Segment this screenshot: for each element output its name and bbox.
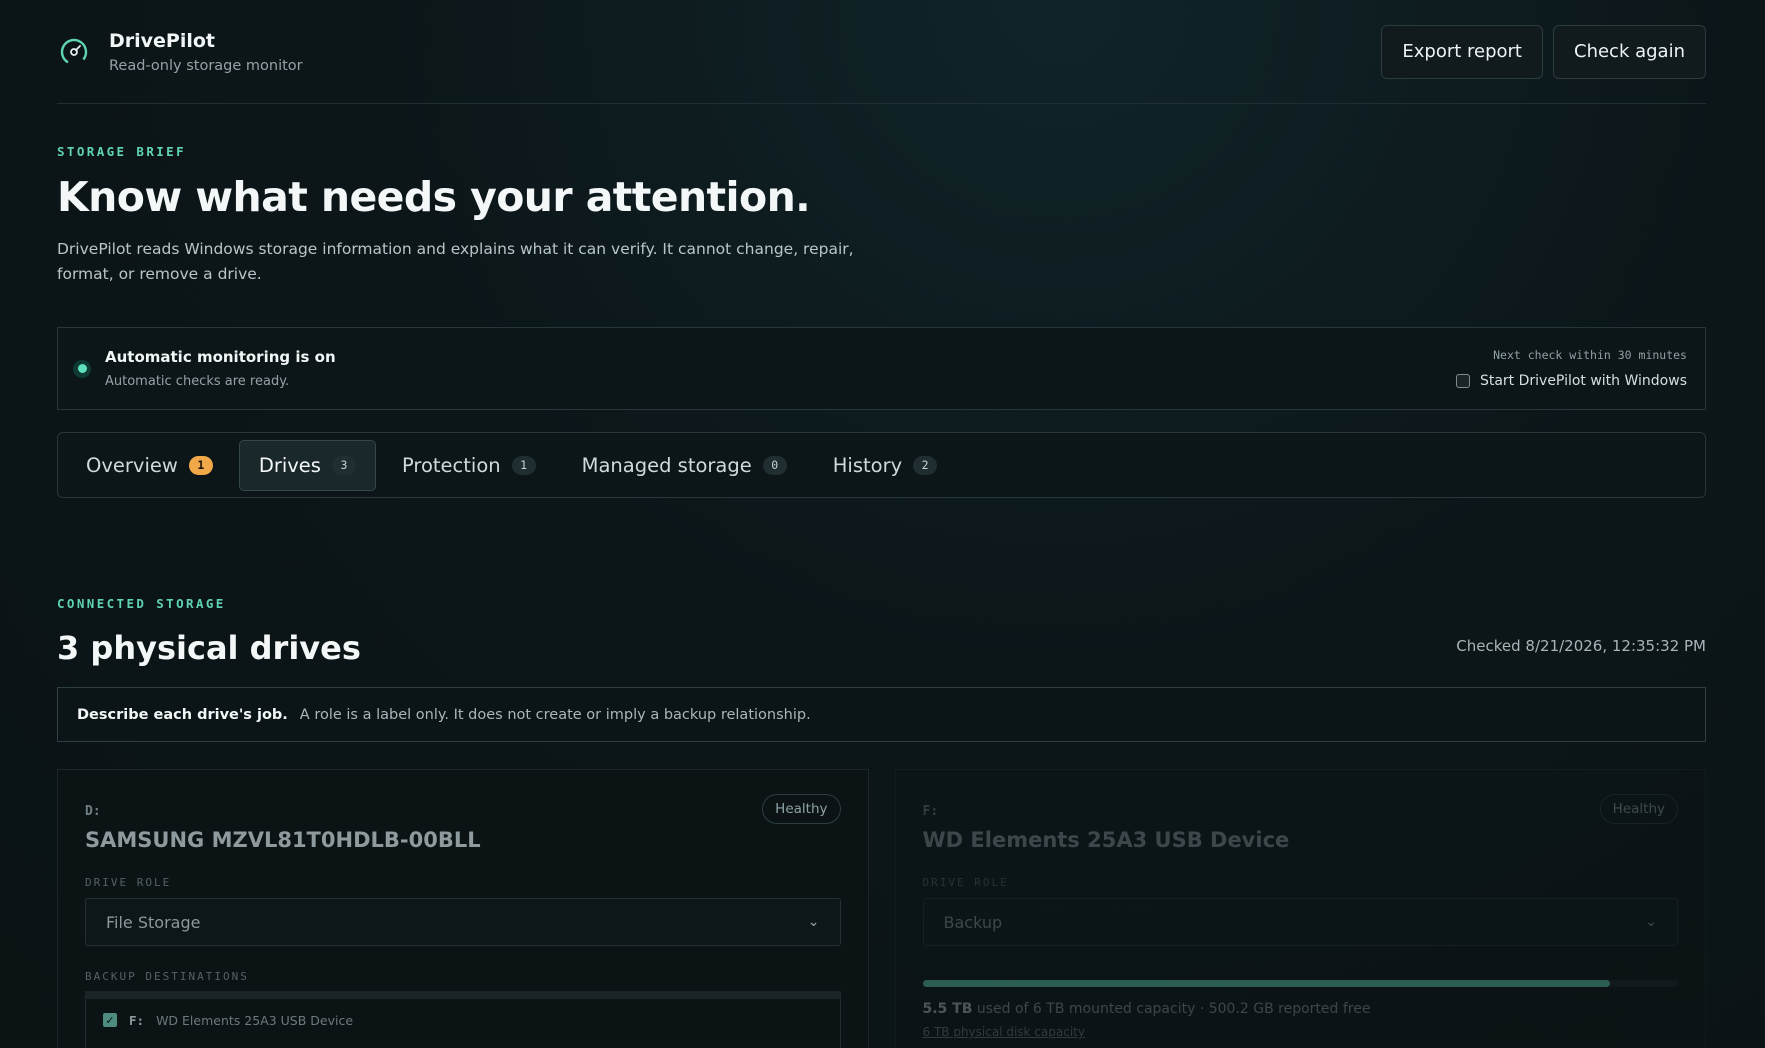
tab-managed-storage[interactable]: Managed storage 0: [562, 440, 807, 491]
brand-text: DrivePilot Read-only storage monitor: [109, 30, 303, 74]
hero-description: DrivePilot reads Windows storage informa…: [57, 240, 854, 283]
tab-overview[interactable]: Overview 1: [66, 440, 233, 491]
role-note-heading: Describe each drive's job.: [77, 706, 288, 723]
tab-protection[interactable]: Protection 1: [382, 440, 556, 491]
tab-count-badge: 2: [913, 455, 938, 475]
page-title: Know what needs your attention.: [57, 173, 811, 221]
monitoring-subtitle: Automatic checks are ready.: [105, 374, 290, 389]
drive-letter: F:: [922, 804, 939, 819]
tab-count-badge: 3: [331, 455, 356, 475]
storage-eyebrow: CONNECTED STORAGE: [57, 596, 226, 611]
drive-role-value: File Storage: [106, 912, 201, 932]
drive-name: SAMSUNG MZVL81T0HDLB-00BLL: [85, 828, 481, 852]
drive-card-header: D: Healthy: [85, 794, 841, 824]
drive-role-value: Backup: [943, 912, 1003, 932]
monitoring-panel: Automatic monitoring is on Automatic che…: [57, 327, 1706, 410]
monitoring-schedule: Next check within 30 minutes Start Drive…: [1455, 348, 1687, 389]
drive-card: F: Healthy WD Elements 25A3 USB Device D…: [894, 769, 1706, 1048]
connected-storage: CONNECTED STORAGE 3 physical drives Chec…: [57, 596, 1706, 1048]
role-note-text: A role is a label only. It does not crea…: [299, 706, 811, 723]
tab-count-badge: 0: [762, 455, 787, 475]
storage-brief: STORAGE BRIEF Know what needs your atten…: [57, 104, 1706, 287]
app-header: DrivePilot Read-only storage monitor Exp…: [57, 0, 1706, 104]
drive-card: D: Healthy SAMSUNG MZVL81T0HDLB-00BLL DR…: [57, 769, 869, 1048]
main-tabs: Overview 1 Drives 3 Protection 1 Managed…: [57, 432, 1706, 498]
app-subtitle: Read-only storage monitor: [109, 57, 303, 74]
tab-drives[interactable]: Drives 3: [238, 439, 376, 491]
tab-count-badge: 1: [511, 455, 536, 475]
drive-role-select[interactable]: File Storage ⌄: [85, 898, 841, 946]
tab-label: Drives: [258, 453, 321, 477]
tab-label: History: [832, 453, 903, 477]
header-actions: Export report Check again: [1381, 24, 1706, 79]
backup-destination-item[interactable]: ✓ F: WD Elements 25A3 USB Device: [85, 991, 841, 1048]
health-badge: Healthy: [1599, 794, 1678, 824]
gauge-icon: [57, 35, 91, 69]
drive-cards: D: Healthy SAMSUNG MZVL81T0HDLB-00BLL DR…: [57, 769, 1706, 1048]
check-again-button[interactable]: Check again: [1553, 24, 1706, 79]
health-badge: Healthy: [762, 794, 841, 824]
drive-letter: D:: [85, 804, 101, 819]
brand: DrivePilot Read-only storage monitor: [57, 30, 303, 74]
monitoring-title: Automatic monitoring is on: [105, 348, 336, 366]
tab-label: Managed storage: [581, 453, 752, 477]
tab-label: Overview: [86, 453, 178, 477]
capacity-text: 5.5 TB used of 6 TB mounted capacity · 5…: [923, 1001, 1679, 1017]
monitoring-status: Automatic monitoring is on Automatic che…: [73, 348, 336, 389]
checked-timestamp: Checked 8/21/2026, 12:35:32 PM: [1456, 637, 1706, 655]
capacity-bar-fill: [922, 980, 1610, 987]
tab-history[interactable]: History 2: [813, 440, 957, 491]
status-dot-icon: [73, 359, 91, 378]
startup-checkbox[interactable]: [1455, 374, 1470, 388]
role-note: Describe each drive's job. A role is a l…: [57, 687, 1706, 742]
next-check-text: Next check within 30 minutes: [1493, 348, 1687, 362]
storage-title: 3 physical drives: [57, 629, 361, 667]
drive-role-label: DRIVE ROLE: [922, 876, 1009, 889]
hero-eyebrow: STORAGE BRIEF: [57, 144, 187, 159]
destination-letter: F:: [129, 1013, 145, 1028]
app-root: DrivePilot Read-only storage monitor Exp…: [57, 0, 1706, 1048]
startup-label: Start DrivePilot with Windows: [1479, 373, 1687, 389]
startup-toggle[interactable]: Start DrivePilot with Windows: [1455, 373, 1687, 389]
export-report-button[interactable]: Export report: [1381, 24, 1543, 79]
check-icon[interactable]: ✓: [103, 1013, 117, 1027]
drive-role-select[interactable]: Backup ⌄: [922, 898, 1678, 946]
backup-destinations-label: BACKUP DESTINATIONS: [85, 970, 249, 983]
tab-count-badge: 1: [188, 455, 213, 475]
capacity-bar: [922, 980, 1678, 987]
monitoring-text: Automatic monitoring is on Automatic che…: [105, 348, 336, 389]
tab-label: Protection: [401, 453, 501, 477]
chevron-down-icon: ⌄: [807, 914, 820, 930]
physical-capacity-text: 6 TB physical disk capacity: [922, 1025, 1085, 1039]
chevron-down-icon: ⌄: [1645, 914, 1657, 930]
drive-role-label: DRIVE ROLE: [85, 876, 172, 889]
drive-name: WD Elements 25A3 USB Device: [922, 828, 1290, 852]
app-name: DrivePilot: [109, 29, 216, 52]
used-amount: 5.5 TB: [922, 1001, 973, 1017]
storage-header: 3 physical drives Checked 8/21/2026, 12:…: [57, 629, 1706, 667]
drive-card-header: F: Healthy: [922, 794, 1678, 824]
destination-name: WD Elements 25A3 USB Device: [156, 1013, 354, 1028]
usage-detail: used of 6 TB mounted capacity · 500.2 GB…: [976, 1001, 1371, 1017]
